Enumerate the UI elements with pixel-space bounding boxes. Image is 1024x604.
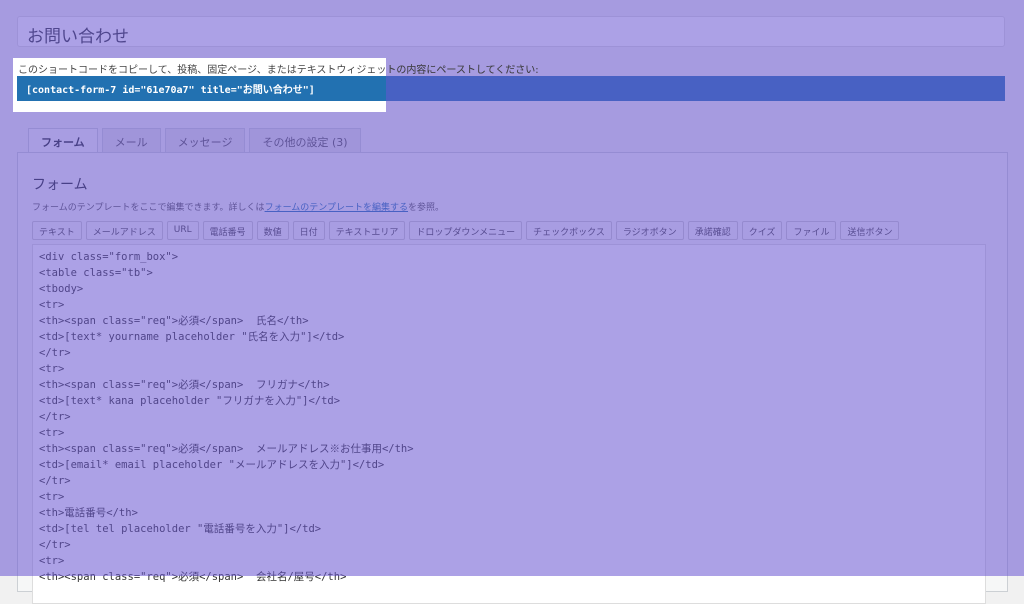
tag-generator-buttons: テキスト メールアドレス URL 電話番号 数値 日付 テキストエリア ドロップダウンメニュー… xyxy=(32,221,900,240)
code-line: <div class="form_box"> xyxy=(39,251,179,263)
shortcode-hint-highlighted: このショートコードをコピーして、投稿、固定ページ、またはテキストウィジェットの内… xyxy=(18,65,539,76)
code-line: </tr> xyxy=(39,475,71,487)
tab-additional-settings[interactable]: その他の設定 (3) xyxy=(249,128,361,152)
code-line: </tr> xyxy=(39,347,71,359)
panel-desc-prefix: フォームのテンプレートをここで編集できます。詳しくは xyxy=(32,203,265,213)
tab-bar: フォーム メール メッセージ その他の設定 (3) xyxy=(28,128,361,153)
tag-button[interactable]: メールアドレス xyxy=(85,221,163,240)
edit-template-link[interactable]: フォームのテンプレートを編集する xyxy=(265,203,408,213)
code-line: <th><span class="req">必須</span> 氏名</th> xyxy=(39,315,309,327)
panel-heading: フォーム xyxy=(32,177,88,193)
code-line: <tr> xyxy=(39,427,65,439)
code-line: <th>電話番号</th> xyxy=(39,507,138,519)
tag-button[interactable]: テキスト xyxy=(32,221,82,240)
code-line: <tr> xyxy=(39,363,65,375)
tab-form[interactable]: フォーム xyxy=(28,128,98,153)
code-line: <th><span class="req">必須</span> 会社名/屋号</… xyxy=(39,571,347,583)
code-line: <tr> xyxy=(39,555,65,567)
code-line: </tr> xyxy=(39,539,71,551)
tag-button[interactable]: ドロップダウンメニュー xyxy=(409,221,523,240)
tag-button[interactable]: ファイル xyxy=(786,221,837,240)
code-line: <td>[email* email placeholder "メールアドレスを入… xyxy=(39,459,385,471)
tag-button[interactable]: 電話番号 xyxy=(202,221,253,240)
tag-button[interactable]: 数値 xyxy=(256,221,289,240)
code-line: <tr> xyxy=(39,299,65,311)
tag-button[interactable]: URL xyxy=(166,221,199,240)
shortcode-field-highlighted[interactable]: [contact-form-7 id="61e70a7" title="お問い合… xyxy=(17,76,386,101)
code-line: <table class="tb"> xyxy=(39,267,153,279)
tag-button[interactable]: 承諾確認 xyxy=(687,221,738,240)
code-line: <th><span class="req">必須</span> フリガナ</th… xyxy=(39,379,330,391)
tag-button[interactable]: クイズ xyxy=(741,221,783,240)
tag-button[interactable]: 日付 xyxy=(292,221,325,240)
code-line: <th><span class="req">必須</span> メールアドレス※… xyxy=(39,443,414,455)
tag-button[interactable]: ラジオボタン xyxy=(615,221,684,240)
tag-button[interactable]: テキストエリア xyxy=(328,221,406,240)
form-panel: フォーム フォームのテンプレートをここで編集できます。詳しくはフォームのテンプレ… xyxy=(17,152,1008,604)
tab-mail[interactable]: メール xyxy=(101,128,161,152)
tag-button[interactable]: チェックボックス xyxy=(526,221,612,240)
code-line: <tbody> xyxy=(39,283,84,295)
code-line: <td>[tel tel placeholder "電話番号を入力"]</td> xyxy=(39,523,322,535)
form-title-input[interactable]: お問い合わせ xyxy=(17,16,1005,47)
panel-description: フォームのテンプレートをここで編集できます。詳しくはフォームのテンプレートを編集… xyxy=(32,200,444,213)
code-line: </tr> xyxy=(39,411,71,423)
tab-messages[interactable]: メッセージ xyxy=(164,128,246,152)
shortcode-spotlight: このショートコードをコピーして、投稿、固定ページ、またはテキストウィジェットの内… xyxy=(13,58,539,112)
code-line: <td>[text* kana placeholder "フリガナを入力"]</… xyxy=(39,395,341,407)
panel-desc-suffix: を参照。 xyxy=(408,203,445,213)
code-line: <td>[text* yourname placeholder "氏名を入力"]… xyxy=(39,331,345,343)
form-template-editor[interactable]: <div class="form_box"> <table class="tb">… xyxy=(32,244,986,604)
tag-button[interactable]: 送信ボタン xyxy=(840,221,900,240)
code-line: <tr> xyxy=(39,491,65,503)
